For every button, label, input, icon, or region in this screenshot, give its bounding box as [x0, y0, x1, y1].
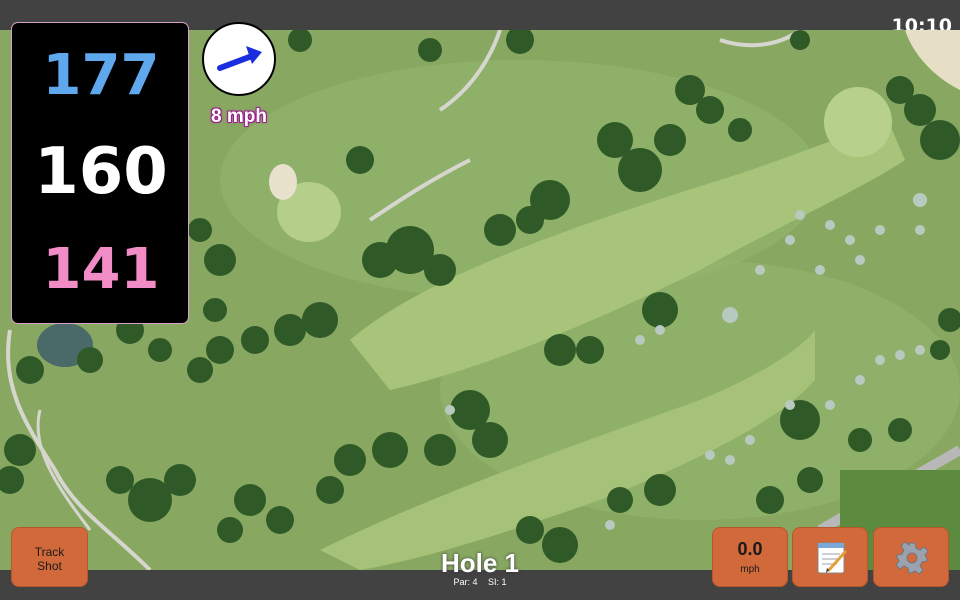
- wind-speed: 8 mph: [211, 106, 267, 127]
- distance-panel[interactable]: 177 160 141: [11, 22, 189, 324]
- back-distance: 177: [42, 43, 160, 108]
- speed-value: 0.0: [737, 539, 763, 559]
- track-shot-label-line1: Track: [34, 545, 65, 559]
- track-shot-button[interactable]: Track Shot: [11, 527, 88, 587]
- hole-title: Hole 1: [440, 548, 520, 578]
- notepad-icon: [817, 542, 847, 574]
- center-distance: 160: [34, 135, 168, 209]
- gear-icon: [895, 541, 929, 575]
- hole-meta: Par: 4 SI: 1: [380, 577, 580, 587]
- stroke-index-label: SI: 1: [488, 577, 507, 587]
- notes-button[interactable]: [792, 527, 868, 587]
- wind-indicator[interactable]: [202, 22, 276, 96]
- settings-button[interactable]: [873, 527, 949, 587]
- speed-unit: mph: [740, 564, 760, 575]
- front-distance: 141: [42, 237, 160, 302]
- arrow-icon: [217, 46, 262, 71]
- track-shot-label-line2: Shot: [37, 559, 62, 573]
- speed-button[interactable]: 0.0 mph: [712, 527, 788, 587]
- par-label: Par: 4: [453, 577, 478, 587]
